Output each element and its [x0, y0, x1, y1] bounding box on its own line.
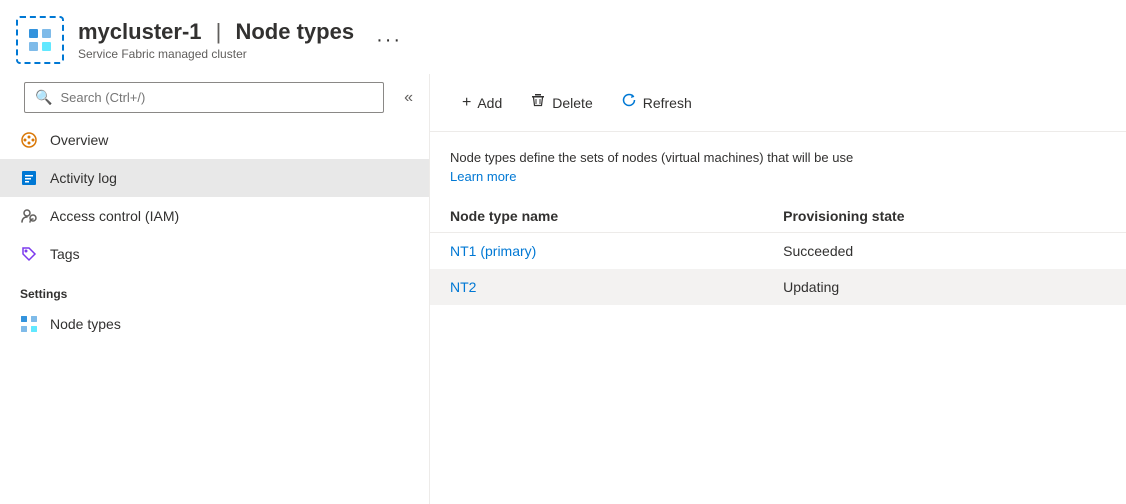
row-1-state: Succeeded: [763, 232, 1126, 269]
header-text: mycluster-1 | Node types Service Fabric …: [78, 19, 354, 61]
page-subtitle: Service Fabric managed cluster: [78, 47, 354, 61]
access-control-icon: [20, 207, 38, 225]
col-header-state: Provisioning state: [763, 200, 1126, 233]
nt1-link[interactable]: NT1 (primary): [450, 243, 536, 259]
description-text: Node types define the sets of nodes (vir…: [450, 148, 1106, 168]
access-control-label: Access control (IAM): [50, 208, 179, 224]
search-row: 🔍 «: [0, 74, 429, 121]
col-header-name: Node type name: [430, 200, 763, 233]
activity-log-label: Activity log: [50, 170, 117, 186]
delete-label: Delete: [552, 95, 592, 111]
sidebar-item-node-types[interactable]: Node types: [0, 305, 429, 343]
page-title: mycluster-1 | Node types: [78, 19, 354, 45]
description-area: Node types define the sets of nodes (vir…: [430, 132, 1126, 192]
search-icon: 🔍: [35, 89, 52, 106]
sidebar-item-activity-log[interactable]: Activity log: [0, 159, 429, 197]
search-input[interactable]: [60, 90, 373, 105]
collapse-sidebar-button[interactable]: «: [396, 85, 421, 111]
node-types-table: Node type name Provisioning state NT1 (p…: [430, 200, 1126, 305]
more-options-button[interactable]: ···: [376, 29, 402, 52]
search-bar: 🔍: [24, 82, 384, 113]
row-2-name[interactable]: NT2: [430, 269, 763, 305]
delete-button[interactable]: Delete: [518, 86, 604, 119]
sidebar-item-overview[interactable]: Overview: [0, 121, 429, 159]
overview-icon: [20, 131, 38, 149]
add-icon: +: [462, 94, 471, 112]
content-area: + Add Delete: [430, 74, 1126, 504]
sidebar: 🔍 « Overview: [0, 74, 430, 504]
table-container: Node type name Provisioning state NT1 (p…: [430, 192, 1126, 504]
refresh-button[interactable]: Refresh: [609, 86, 704, 119]
add-button[interactable]: + Add: [450, 88, 514, 118]
node-types-icon: [20, 315, 38, 333]
main-layout: 🔍 « Overview: [0, 74, 1126, 504]
overview-label: Overview: [50, 132, 108, 148]
activity-log-icon: [20, 169, 38, 187]
nt2-link[interactable]: NT2: [450, 279, 476, 295]
table-row[interactable]: NT2 Updating: [430, 269, 1126, 305]
settings-section-label: Settings: [0, 273, 429, 305]
page-header: mycluster-1 | Node types Service Fabric …: [0, 0, 1126, 74]
node-types-label: Node types: [50, 316, 121, 332]
table-header-row: Node type name Provisioning state: [430, 200, 1126, 233]
delete-icon: [530, 92, 546, 113]
sidebar-item-tags[interactable]: Tags: [0, 235, 429, 273]
cluster-icon: [16, 16, 64, 64]
table-body: NT1 (primary) Succeeded NT2 Updating: [430, 232, 1126, 305]
refresh-icon: [621, 92, 637, 113]
add-label: Add: [477, 95, 502, 111]
sidebar-item-access-control[interactable]: Access control (IAM): [0, 197, 429, 235]
learn-more-link[interactable]: Learn more: [450, 169, 516, 184]
table-row[interactable]: NT1 (primary) Succeeded: [430, 232, 1126, 269]
refresh-label: Refresh: [643, 95, 692, 111]
tags-icon: [20, 245, 38, 263]
toolbar: + Add Delete: [430, 74, 1126, 132]
row-1-name[interactable]: NT1 (primary): [430, 232, 763, 269]
row-2-state: Updating: [763, 269, 1126, 305]
table-header: Node type name Provisioning state: [430, 200, 1126, 233]
tags-label: Tags: [50, 246, 80, 262]
